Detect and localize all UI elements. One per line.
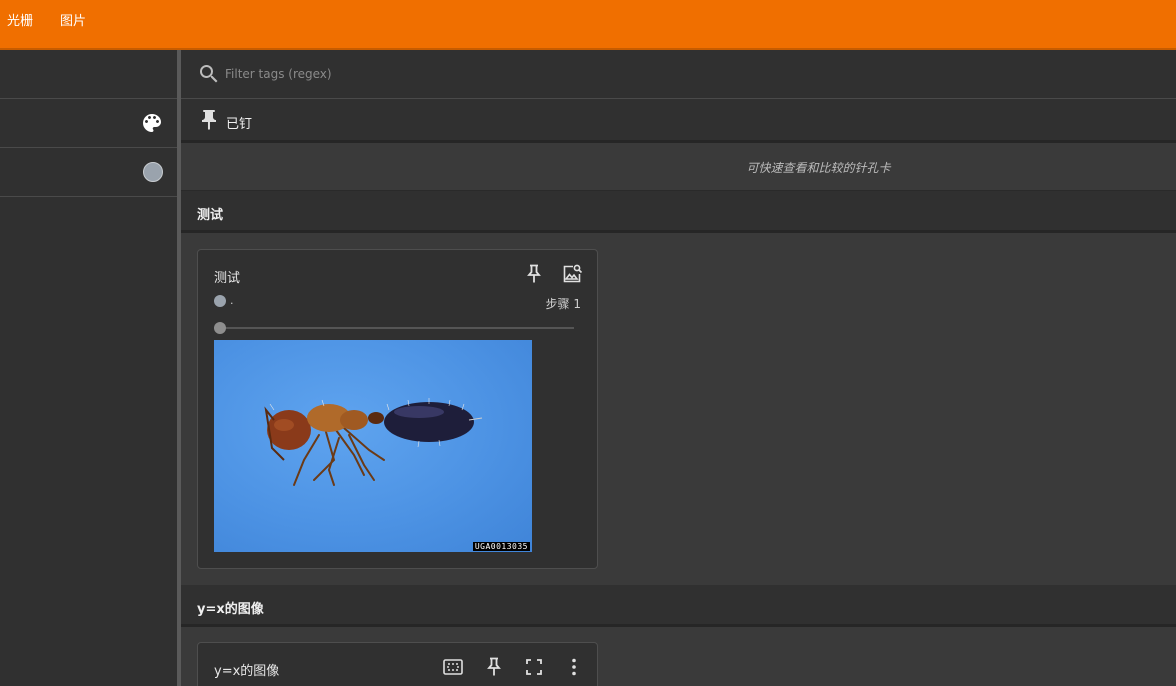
card-image[interactable]: UGA0013035 [214,340,532,552]
top-app-bar: 光栅 图片 [0,0,1176,50]
sidebar-top-row [0,50,177,99]
pin-card-button[interactable] [482,655,506,679]
fit-domain-button[interactable] [441,655,465,679]
run-color-dot [214,295,226,307]
more-vert-icon[interactable] [562,655,586,679]
sidebar-palette-row [0,99,177,148]
step-slider-thumb[interactable] [214,322,226,334]
tab-images[interactable]: 图片 [60,10,86,29]
section-header-test: 测试 [181,191,1176,233]
filter-tags-input[interactable] [225,64,825,84]
step-label: 步骤 1 [545,297,581,311]
sidebar-color-row [0,148,177,197]
section-header-yx: y=x的图像 [181,585,1176,627]
image-search-button[interactable] [560,262,584,286]
image-card: 测试 . 步骤 1 UGA0013035 [197,249,598,569]
search-icon [197,62,221,86]
pinned-section-header: 已钉 [181,99,1176,143]
run-name: . [230,294,234,307]
ant-image [264,398,483,486]
section-title: y=x的图像 [197,602,264,617]
scalar-card: y=x的图像 [197,642,598,686]
card-title: 测试 [214,271,241,286]
run-color-swatch[interactable] [143,162,163,182]
sidebar [0,50,177,686]
fullscreen-icon[interactable] [522,655,546,679]
filter-bar [181,50,1176,99]
palette-icon[interactable] [140,111,164,135]
step-slider-track[interactable] [220,327,574,329]
pinned-empty-state: 可快速查看和比较的针孔卡 [181,143,1176,191]
main-panel: 已钉 可快速查看和比较的针孔卡 测试 测试 . 步骤 1 [181,50,1176,686]
tab-raster[interactable]: 光栅 [7,10,33,29]
card-title: y=x的图像 [214,664,280,679]
pin-icon [197,108,221,132]
section-title: 测试 [197,208,224,223]
pin-card-button[interactable] [522,262,546,286]
image-watermark: UGA0013035 [472,542,530,551]
pinned-section-title: 已钉 [226,117,253,132]
pinned-empty-message: 可快速查看和比较的针孔卡 [746,161,891,175]
